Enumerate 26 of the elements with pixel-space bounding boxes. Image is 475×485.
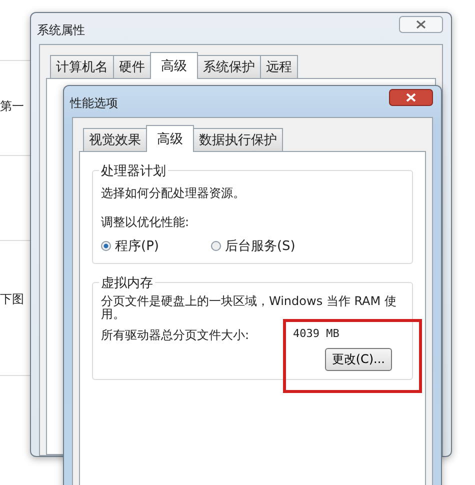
field-value: 4039 MB (293, 327, 340, 342)
tab[interactable]: 高级 (150, 52, 198, 79)
change-button[interactable]: 更改(C)... (324, 348, 392, 372)
tab[interactable]: 高级 (146, 125, 194, 152)
description-text: 分页文件是硬盘上的一块区域，Windows 当作 RAM 使用。 (101, 295, 398, 322)
field-label: 所有驱动器总分页文件大小: (101, 327, 250, 344)
tab[interactable]: 数据执行保护 (193, 128, 283, 151)
radio-icon[interactable] (210, 241, 221, 251)
window-title: 性能选项 (70, 95, 118, 112)
close-icon[interactable] (399, 16, 443, 33)
group-title: 虚拟内存 (99, 274, 155, 292)
radio-option[interactable]: 后台服务(S) (210, 237, 296, 255)
tab[interactable]: 远程 (260, 55, 298, 78)
radio-icon[interactable] (101, 241, 111, 251)
window-title: 系统属性 (37, 22, 85, 39)
description-text: 选择如何分配处理器资源。 (101, 185, 246, 202)
tab[interactable]: 系统保护 (197, 55, 261, 78)
radio-option[interactable]: 程序(P) (101, 237, 159, 255)
group-title: 处理器计划 (99, 162, 168, 180)
tab[interactable]: 视觉效果 (83, 128, 147, 151)
tab[interactable]: 计算机名 (50, 55, 114, 78)
tab[interactable]: 硬件 (113, 55, 151, 78)
page-text: 第一 (0, 98, 24, 115)
close-icon[interactable] (389, 89, 433, 106)
page-text: 下图 (0, 291, 24, 308)
prompt-text: 调整以优化性能: (101, 214, 190, 231)
